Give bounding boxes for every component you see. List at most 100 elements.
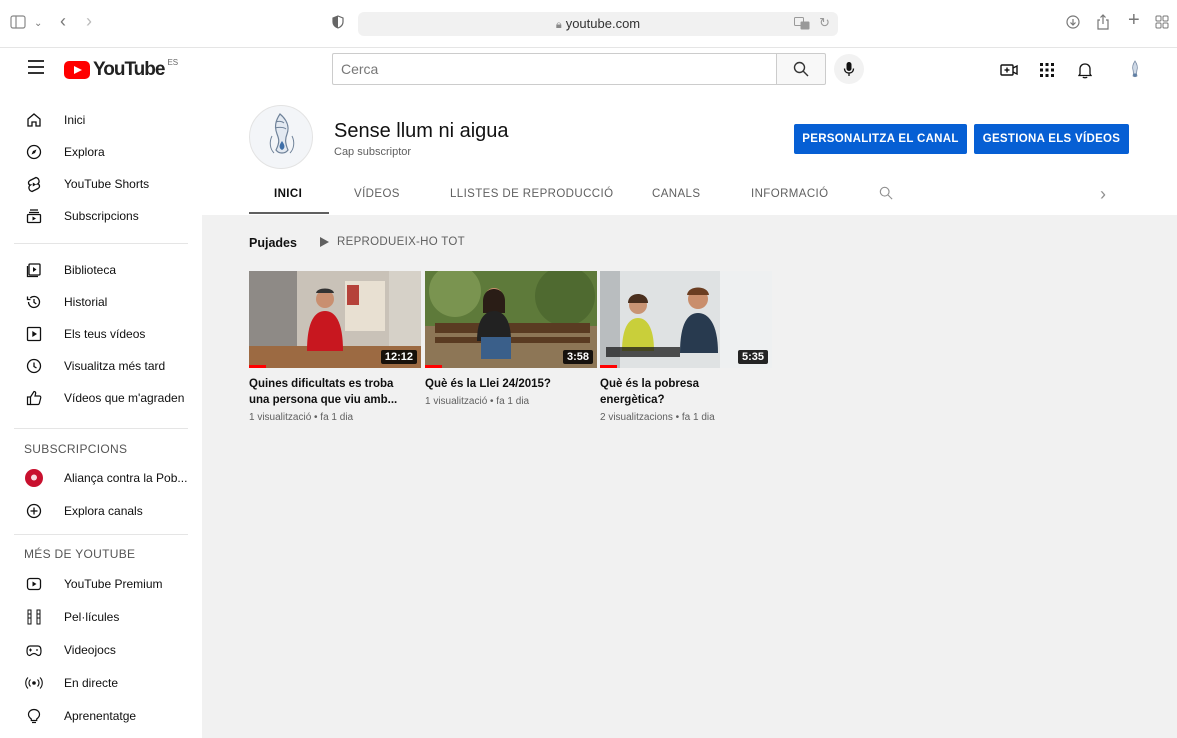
sidebar-item-movies[interactable]: Pel·lícules [0,601,202,633]
channel-avatar[interactable] [249,105,313,169]
logo-text: YouTube [93,59,165,80]
youtube-header: YouTube ES [0,48,1177,92]
sidebar-item-library[interactable]: Biblioteca [0,254,202,286]
sidebar-toggle-icon[interactable] [10,14,26,34]
live-icon [24,673,44,693]
notifications-button[interactable] [1074,59,1096,81]
video-metadata: 1 visualització • fa 1 dia [425,396,530,407]
compass-icon [24,142,44,162]
region-code: ES [167,57,179,67]
sidebar-item-home[interactable]: Inici [0,104,202,136]
video-title[interactable]: Què és la pobresa energètica? [600,376,772,408]
learning-icon [24,706,44,726]
apps-button[interactable] [1036,59,1058,81]
video-title[interactable]: Quines dificultats es troba una persona … [249,376,421,408]
library-icon [24,260,44,280]
tab-about[interactable]: INFORMACIÓ [751,188,828,200]
video-thumbnail[interactable]: 3:58 [425,271,597,368]
your-videos-icon [24,324,44,344]
sidebar-item-your-videos[interactable]: Els teus vídeos [0,318,202,350]
video-thumbnail[interactable]: 5:35 [600,271,772,368]
menu-icon[interactable] [28,60,44,74]
video-card[interactable]: 12:12 Quines dificultats es troba una pe… [249,271,421,423]
sidebar-item-history[interactable]: Historial [0,286,202,318]
new-tab-icon[interactable]: + [1128,10,1140,30]
sidebar-item-learning[interactable]: Aprenentatge [0,700,202,732]
video-thumbnail[interactable]: 12:12 [249,271,421,368]
chevron-down-icon[interactable]: ⌄ [34,14,42,34]
shelf-title: Pujades [249,236,297,250]
sidebar-item-watch-later[interactable]: Visualitza més tard [0,350,202,382]
lock-icon: 🔒︎ [555,19,562,31]
sidebar-item-live[interactable]: En directe [0,667,202,699]
search-input[interactable] [332,53,776,85]
voice-search-button[interactable] [834,54,864,84]
tab-playlists[interactable]: LLISTES DE REPRODUCCIÓ [450,188,613,200]
channel-content: Pujades REPRODUEIX-HO TOT 12:12 Quines d… [202,215,1177,738]
more-from-youtube-heading: MÉS DE YOUTUBE [24,547,136,561]
thumbs-up-icon [24,388,44,408]
customize-channel-button[interactable]: PERSONALITZA EL CANAL [794,124,967,154]
tab-overview-icon[interactable] [1155,14,1169,34]
share-icon[interactable] [1096,14,1110,35]
channel-avatar-icon [24,468,44,488]
watch-progress-bar [425,365,443,368]
video-card[interactable]: 3:58 Què és la Llei 24/2015? 1 visualitz… [425,271,597,407]
channel-header: Sense llum ni aigua Cap subscriptor PERS… [202,92,1177,215]
video-duration: 3:58 [562,350,593,364]
shorts-icon [24,174,44,194]
play-all-button[interactable]: REPRODUEIX-HO TOT [320,236,465,248]
watch-later-icon [24,356,44,376]
search-bar [332,53,826,85]
sidebar-divider [14,243,188,244]
search-icon [793,61,809,77]
home-icon [24,110,44,130]
watch-progress-bar [249,365,267,368]
subscriptions-heading: SUBSCRIPCIONS [24,442,128,456]
youtube-play-icon [64,61,90,79]
browser-toolbar: ⌄ ‹ › 🔒︎ youtube.com ↻ + [0,0,1177,48]
account-avatar[interactable] [1124,59,1146,81]
sidebar-subscription-channel[interactable]: Aliança contra la Pob... [0,462,202,494]
play-icon [320,237,329,247]
video-card[interactable]: 5:35 Què és la pobresa energètica? 2 vis… [600,271,772,423]
video-title[interactable]: Què és la Llei 24/2015? [425,376,597,392]
tabs-scroll-right-icon[interactable]: › [1100,184,1106,205]
search-button[interactable] [776,53,826,85]
tab-home[interactable]: INICI [274,188,302,200]
watch-progress-bar [600,365,618,368]
sidebar-item-browse-channels[interactable]: Explora canals [0,495,202,527]
channel-title: Sense llum ni aigua [334,120,509,142]
video-duration: 5:35 [737,350,768,364]
address-bar[interactable]: 🔒︎ youtube.com ↻ [358,12,838,36]
privacy-shield-icon[interactable] [332,14,344,34]
sidebar-item-premium[interactable]: YouTube Premium [0,568,202,600]
reload-icon[interactable]: ↻ [819,15,830,31]
create-video-icon [1000,64,1018,76]
subscriptions-icon [24,206,44,226]
sidebar-item-explore[interactable]: Explora [0,136,202,168]
history-icon [24,292,44,312]
forward-icon[interactable]: › [86,11,92,31]
tab-channels[interactable]: CANALS [652,188,700,200]
subscriber-count: Cap subscriptor [334,146,412,158]
sidebar-item-subscriptions[interactable]: Subscripcions [0,200,202,232]
back-icon[interactable]: ‹ [60,11,66,31]
channel-search-icon[interactable] [879,186,893,205]
account-avatar-icon [1132,60,1138,78]
downloads-icon[interactable] [1066,14,1080,34]
gaming-icon [24,640,44,660]
sidebar-item-liked-videos[interactable]: Vídeos que m'agraden [0,382,202,414]
translate-icon[interactable] [794,17,810,35]
create-video-button[interactable] [998,59,1020,81]
sidebar-item-shorts[interactable]: YouTube Shorts [0,168,202,200]
manage-videos-button[interactable]: GESTIONA ELS VÍDEOS [974,124,1129,154]
youtube-logo[interactable]: YouTube ES [64,58,178,82]
tab-videos[interactable]: VÍDEOS [354,188,400,200]
apps-grid-icon [1040,63,1054,77]
sidebar-item-gaming[interactable]: Videojocs [0,634,202,666]
bell-icon [1078,62,1092,78]
sidebar: Inici Explora YouTube Shorts Subscripcio… [0,92,202,738]
active-tab-indicator [249,212,329,214]
sidebar-divider [14,428,188,429]
